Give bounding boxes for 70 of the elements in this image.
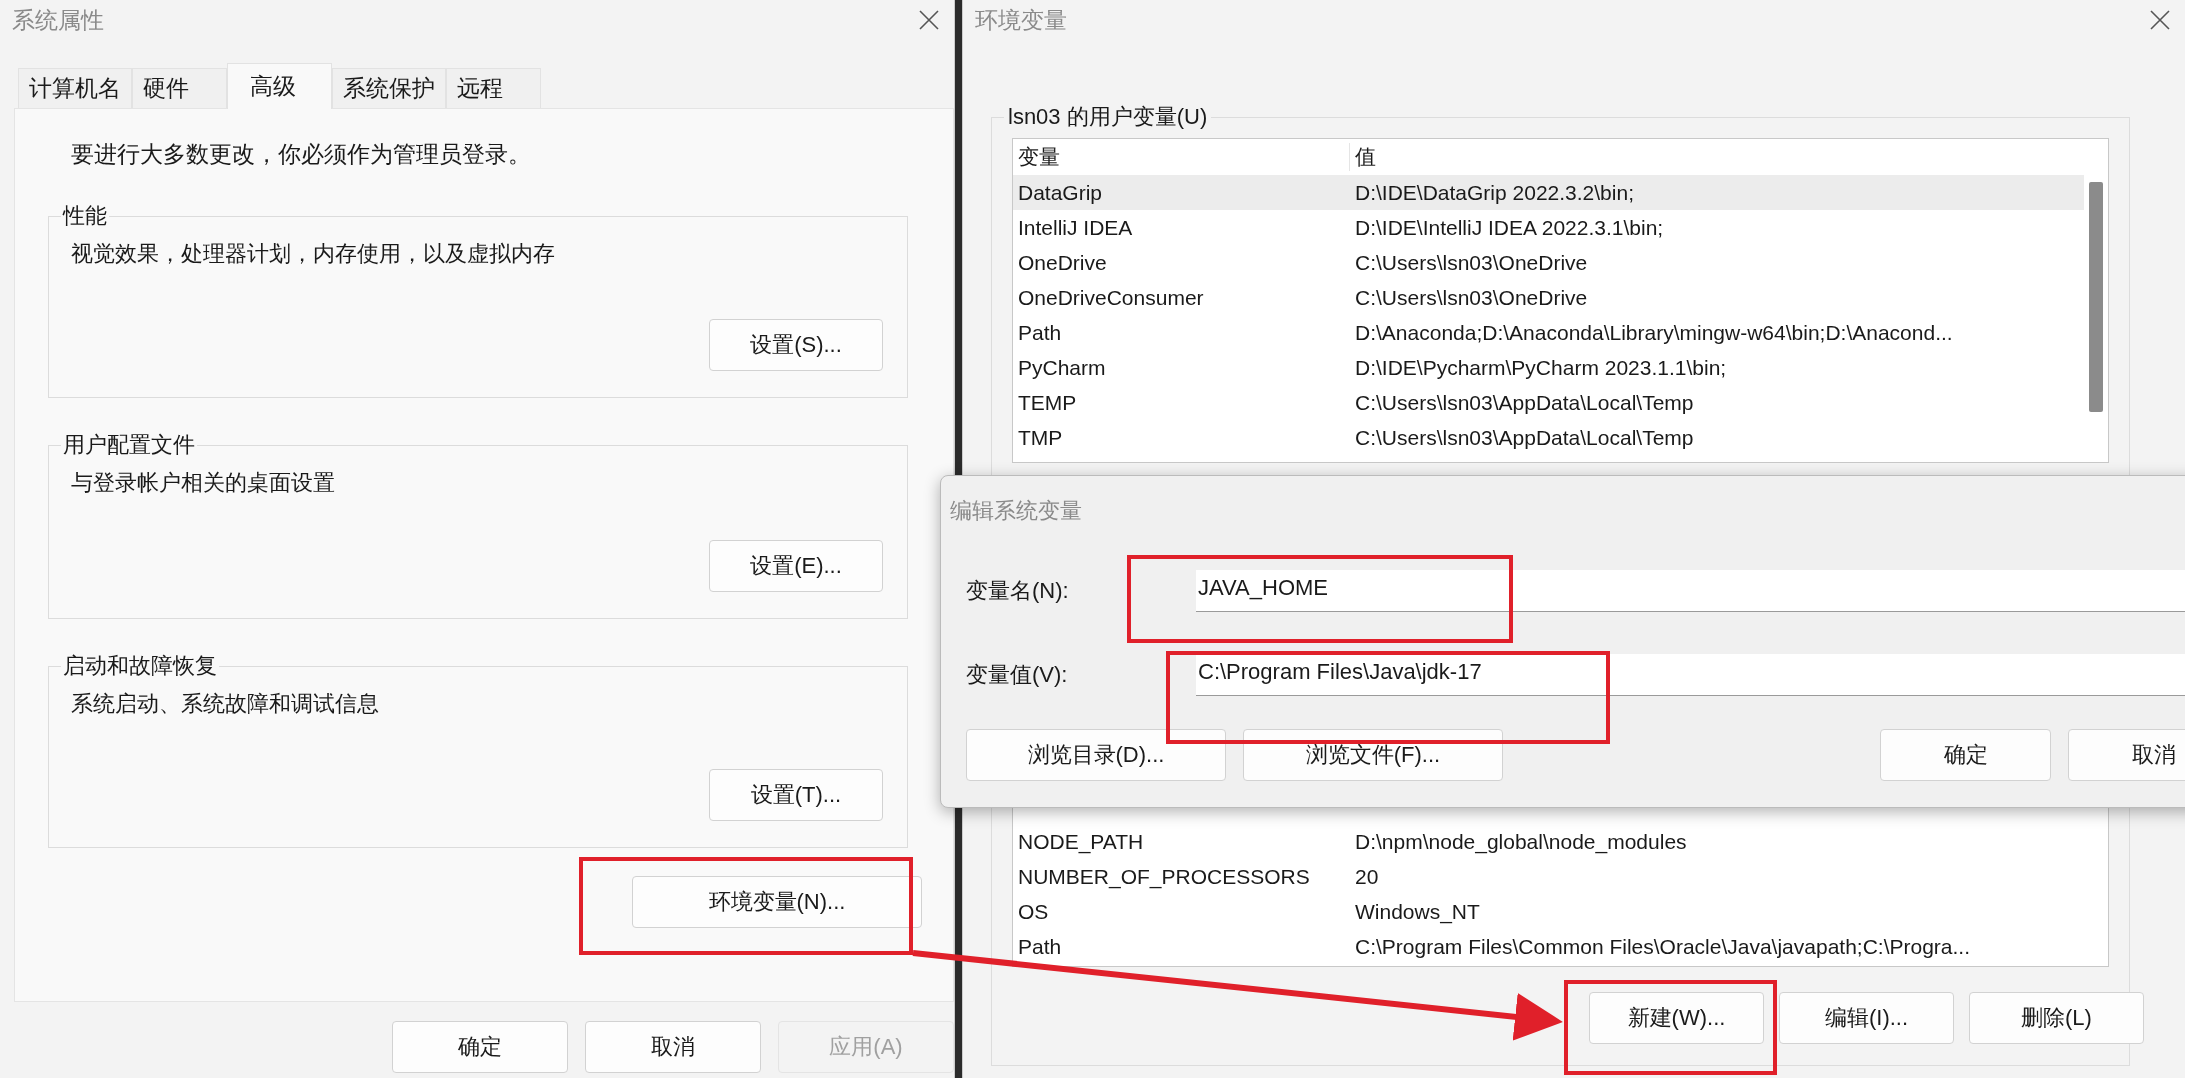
table-cell-text: TEMP	[1017, 390, 1078, 415]
group-title: lsn03 的用户变量(U)	[1007, 103, 1209, 131]
tab[interactable]: 计算机名	[18, 68, 132, 108]
dialog-title: 编辑系统变量	[950, 497, 1083, 525]
column-header[interactable]: 变量	[1013, 143, 1350, 171]
field-label: 变量名(N):	[966, 577, 1070, 605]
table-cell-text: PyCharm	[1017, 355, 1107, 380]
group-title: 启动和故障恢复	[62, 652, 218, 680]
table-cell-text: Path	[1017, 320, 1063, 345]
group-description: 视觉效果，处理器计划，内存使用，以及虚拟内存	[71, 240, 556, 268]
tab[interactable]: 高级	[227, 63, 332, 109]
group-title: 用户配置文件	[62, 431, 196, 459]
browse-button[interactable]: 浏览文件(F)...	[1243, 729, 1503, 781]
variable-row[interactable]: IntelliJ IDEA D:\IDE\IntelliJ IDEA 2022.3.1\bin;	[1013, 210, 2084, 245]
tab[interactable]: 硬件	[132, 68, 227, 108]
table-cell-text: D:\IDE\IntelliJ IDEA 2022.3.1\bin;	[1354, 215, 1664, 240]
table-cell-text: TMP	[1017, 425, 1064, 450]
variable-row[interactable]: PyCharm D:\IDE\Pycharm\PyCharm 2023.1.1\bin;	[1013, 350, 2084, 385]
table-cell-text: C:\Users\lsn03\AppData\Local\Temp	[1354, 390, 1694, 415]
settings-button[interactable]: 设置(E)...	[709, 540, 883, 592]
window-title: 环境变量	[975, 5, 1067, 35]
table-cell-text: OneDrive	[1017, 250, 1108, 275]
dialog-button[interactable]: 取消	[585, 1021, 761, 1073]
column-header[interactable]: 值	[1350, 143, 1376, 171]
table-cell-text: IntelliJ IDEA	[1017, 215, 1134, 240]
table-cell-text: C:\Users\lsn03\OneDrive	[1354, 250, 1588, 275]
table-cell-text: DataGrip	[1017, 180, 1104, 205]
input-field[interactable]: C:\Program Files\Java\jdk-17	[1196, 654, 2185, 696]
table-cell-text: D:\IDE\Pycharm\PyCharm 2023.1.1\bin;	[1354, 355, 1727, 380]
input-field[interactable]: JAVA_HOME	[1196, 570, 2185, 612]
tab[interactable]: 远程	[446, 68, 541, 108]
variable-row[interactable]: TMP C:\Users\lsn03\AppData\Local\Temp	[1013, 420, 2084, 455]
window-title: 系统属性	[12, 5, 104, 35]
dialog-button[interactable]: 取消	[2068, 729, 2185, 781]
table-cell-text: C:\Users\lsn03\OneDrive	[1354, 285, 1588, 310]
dialog-button[interactable]: 确定	[1880, 729, 2051, 781]
list-action-button[interactable]: 删除(L)	[1969, 992, 2144, 1044]
close-icon[interactable]	[2149, 9, 2171, 31]
table-cell-text: D:\npm\node_global\node_modules	[1354, 829, 1687, 854]
variable-row[interactable]: Path D:\Anaconda;D:\Anaconda\Library\mingw-w64\bin;D:\Anacond...	[1013, 315, 2084, 350]
close-icon[interactable]	[918, 9, 940, 31]
scrollbar-thumb[interactable]	[2089, 182, 2103, 412]
notice-text: 要进行大多数更改，你必须作为管理员登录。	[71, 140, 532, 169]
field-label: 变量值(V):	[966, 661, 1069, 689]
table-cell-text: NUMBER_OF_PROCESSORS	[1017, 864, 1311, 889]
browse-button[interactable]: 浏览目录(D)...	[966, 729, 1226, 781]
dialog-button[interactable]: 确定	[392, 1021, 568, 1073]
table-cell-text: C:\Program Files\Common Files\Oracle\Java\javapath;C:\Progra...	[1354, 934, 1971, 959]
table-cell-text: OS	[1017, 899, 1050, 924]
settings-button[interactable]: 设置(T)...	[709, 769, 883, 821]
variable-row[interactable]: TEMP C:\Users\lsn03\AppData\Local\Temp	[1013, 385, 2084, 420]
table-cell-text: NODE_PATH	[1017, 829, 1145, 854]
table-cell-text: Path	[1017, 934, 1063, 959]
table-cell-text: D:\IDE\DataGrip 2022.3.2\bin;	[1354, 180, 1634, 205]
variable-row[interactable]: OneDriveConsumer C:\Users\lsn03\OneDrive	[1013, 280, 2084, 315]
settings-button[interactable]: 设置(S)...	[709, 319, 883, 371]
table-cell-text: D:\Anaconda;D:\Anaconda\Library\mingw-w64\bin;D:\Anacond...	[1354, 320, 1953, 345]
table-cell-text: Windows_NT	[1354, 899, 1480, 924]
environment-variables-button[interactable]: 环境变量(N)...	[632, 876, 922, 928]
group-title: 性能	[61, 202, 108, 230]
table-cell-text: 20	[1354, 864, 1379, 889]
tab[interactable]: 系统保护	[332, 68, 446, 108]
group-description: 与登录帐户相关的桌面设置	[71, 469, 336, 497]
variable-row[interactable]: OneDrive C:\Users\lsn03\OneDrive	[1013, 245, 2084, 280]
list-action-button[interactable]: 新建(W)...	[1589, 992, 1764, 1044]
table-cell-text: C:\Users\lsn03\AppData\Local\Temp	[1354, 425, 1694, 450]
list-action-button[interactable]: 编辑(I)...	[1779, 992, 1954, 1044]
table-cell-text: OneDriveConsumer	[1017, 285, 1205, 310]
group-description: 系统启动、系统故障和调试信息	[71, 690, 380, 718]
variable-row[interactable]: DataGrip D:\IDE\DataGrip 2022.3.2\bin;	[1013, 175, 2084, 210]
